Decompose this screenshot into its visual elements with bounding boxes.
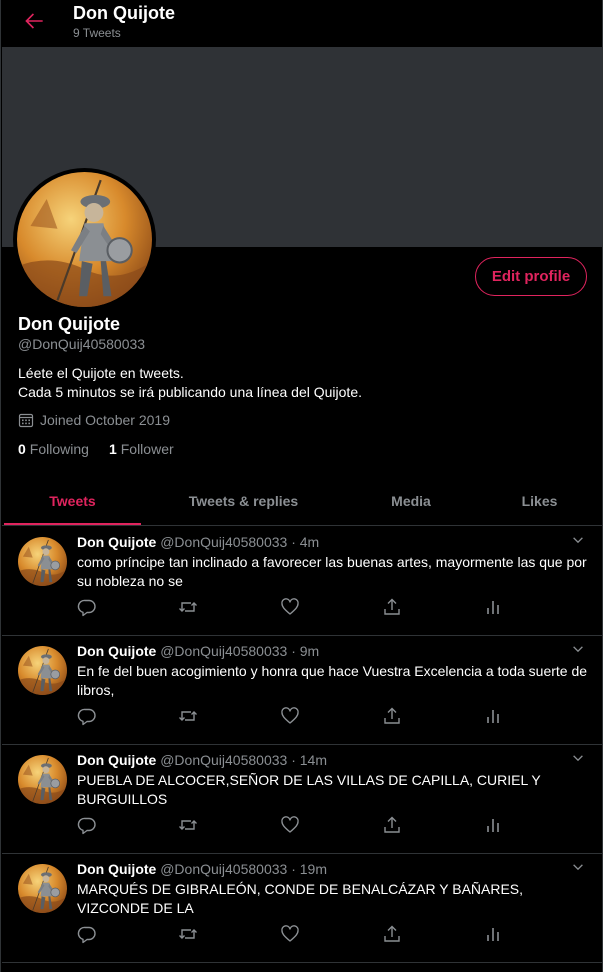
tweet-actions xyxy=(77,924,507,944)
retweet-icon[interactable] xyxy=(178,924,198,944)
tweet-author-name[interactable]: Don Quijote xyxy=(77,643,156,659)
profile-page: Don Quijote 9 Tweets Edit profile Don Qu… xyxy=(0,0,603,972)
tweet-author-handle[interactable]: @DonQuij40580033 xyxy=(160,752,287,768)
header-title: Don Quijote xyxy=(73,3,175,23)
profile-tabs: Tweets Tweets & replies Media Likes xyxy=(2,476,602,526)
tweet-actions xyxy=(77,597,507,617)
tab-tweets[interactable]: Tweets xyxy=(4,476,141,526)
share-icon[interactable] xyxy=(382,815,402,835)
reply-icon[interactable] xyxy=(77,706,97,726)
like-icon[interactable] xyxy=(280,706,300,726)
chevron-down-icon[interactable] xyxy=(571,642,585,656)
tweet-timestamp[interactable]: 19m xyxy=(300,861,327,877)
active-tab-indicator xyxy=(4,523,141,525)
tweet-separator: · xyxy=(291,643,296,659)
tweet-author-handle[interactable]: @DonQuij40580033 xyxy=(160,534,287,550)
tweet-separator: · xyxy=(291,534,296,550)
following-count: 0 xyxy=(18,441,26,457)
following-label: Following xyxy=(29,441,89,457)
following-link[interactable]: 0 Following xyxy=(18,441,89,457)
tweet-timestamp[interactable]: 14m xyxy=(300,752,327,768)
tweet-header: Don Quijote @DonQuij40580033 · 9m xyxy=(77,643,319,659)
joined-date: Joined October 2019 xyxy=(18,412,170,428)
chevron-down-icon[interactable] xyxy=(571,533,585,547)
tweet-author-handle[interactable]: @DonQuij40580033 xyxy=(160,861,287,877)
tweet[interactable]: Don Quijote @DonQuij40580033 · 19m MARQU… xyxy=(2,854,602,963)
tab-likes[interactable]: Likes xyxy=(476,476,602,526)
follow-stats: 0 Following 1 Follower xyxy=(18,441,174,457)
tweet-header: Don Quijote @DonQuij40580033 · 19m xyxy=(77,861,327,877)
top-bar: Don Quijote 9 Tweets xyxy=(1,0,602,47)
like-icon[interactable] xyxy=(280,597,300,617)
tweet-count: 9 Tweets xyxy=(73,26,121,40)
followers-count: 1 xyxy=(108,441,117,457)
tweet-separator: · xyxy=(291,861,296,877)
tweet-author-name[interactable]: Don Quijote xyxy=(77,752,156,768)
tweet-avatar[interactable] xyxy=(18,864,67,913)
chevron-down-icon[interactable] xyxy=(571,860,585,874)
followers-label: Follower xyxy=(120,441,174,457)
tweet-avatar[interactable] xyxy=(18,646,67,695)
tweet-timestamp[interactable]: 4m xyxy=(300,534,319,550)
like-icon[interactable] xyxy=(280,815,300,835)
tweet[interactable]: Don Quijote @DonQuij40580033 · 9m En fe … xyxy=(2,636,602,745)
joined-text: Joined October 2019 xyxy=(40,412,170,428)
chevron-down-icon[interactable] xyxy=(571,751,585,765)
profile-avatar[interactable] xyxy=(17,172,152,307)
share-icon[interactable] xyxy=(382,706,402,726)
reply-icon[interactable] xyxy=(77,597,97,617)
tweet[interactable]: Don Quijote @DonQuij40580033 · 4m como p… xyxy=(2,527,602,636)
back-arrow-icon[interactable] xyxy=(21,8,47,34)
tweet-actions xyxy=(77,706,507,726)
tweet-text: PUEBLA DE ALCOCER,SEÑOR DE LAS VILLAS DE… xyxy=(77,772,541,807)
retweet-icon[interactable] xyxy=(178,706,198,726)
tweet-author-name[interactable]: Don Quijote xyxy=(77,534,156,550)
tweet-actions xyxy=(77,815,507,835)
tweet-avatar[interactable] xyxy=(18,755,67,804)
reply-icon[interactable] xyxy=(77,815,97,835)
tweet-text: MARQUÉS DE GIBRALEÓN, CONDE DE BENALCÁZA… xyxy=(77,881,524,916)
reply-icon[interactable] xyxy=(77,924,97,944)
tweet-avatar[interactable] xyxy=(18,537,67,586)
calendar-icon xyxy=(18,413,34,428)
profile-bio-line-2: Cada 5 minutos se irá publicando una lín… xyxy=(18,384,362,400)
profile-bio-line-1: Léete el Quijote en tweets. xyxy=(18,365,184,381)
tab-tweets-replies[interactable]: Tweets & replies xyxy=(141,476,346,526)
like-icon[interactable] xyxy=(280,924,300,944)
tweet-separator: · xyxy=(291,752,296,768)
retweet-icon[interactable] xyxy=(178,815,198,835)
tweet-text: En fe del buen acogimiento y honra que h… xyxy=(77,663,588,698)
tweet-timestamp[interactable]: 9m xyxy=(300,643,319,659)
analytics-icon[interactable] xyxy=(483,597,503,617)
share-icon[interactable] xyxy=(382,597,402,617)
analytics-icon[interactable] xyxy=(483,924,503,944)
edit-profile-button[interactable]: Edit profile xyxy=(475,257,587,296)
profile-name: Don Quijote xyxy=(18,314,120,334)
tweet-header: Don Quijote @DonQuij40580033 · 4m xyxy=(77,534,319,550)
analytics-icon[interactable] xyxy=(483,706,503,726)
share-icon[interactable] xyxy=(382,924,402,944)
tweet-text: como príncipe tan inclinado a favorecer … xyxy=(77,554,587,589)
tweet-author-handle[interactable]: @DonQuij40580033 xyxy=(160,643,287,659)
analytics-icon[interactable] xyxy=(483,815,503,835)
tweet-header: Don Quijote @DonQuij40580033 · 14m xyxy=(77,752,327,768)
retweet-icon[interactable] xyxy=(178,597,198,617)
tweet-author-name[interactable]: Don Quijote xyxy=(77,861,156,877)
tweet[interactable]: Don Quijote @DonQuij40580033 · 14m PUEBL… xyxy=(2,745,602,854)
profile-handle: @DonQuij40580033 xyxy=(18,336,146,352)
tab-media[interactable]: Media xyxy=(346,476,476,526)
followers-link[interactable]: 1 Follower xyxy=(109,441,174,457)
